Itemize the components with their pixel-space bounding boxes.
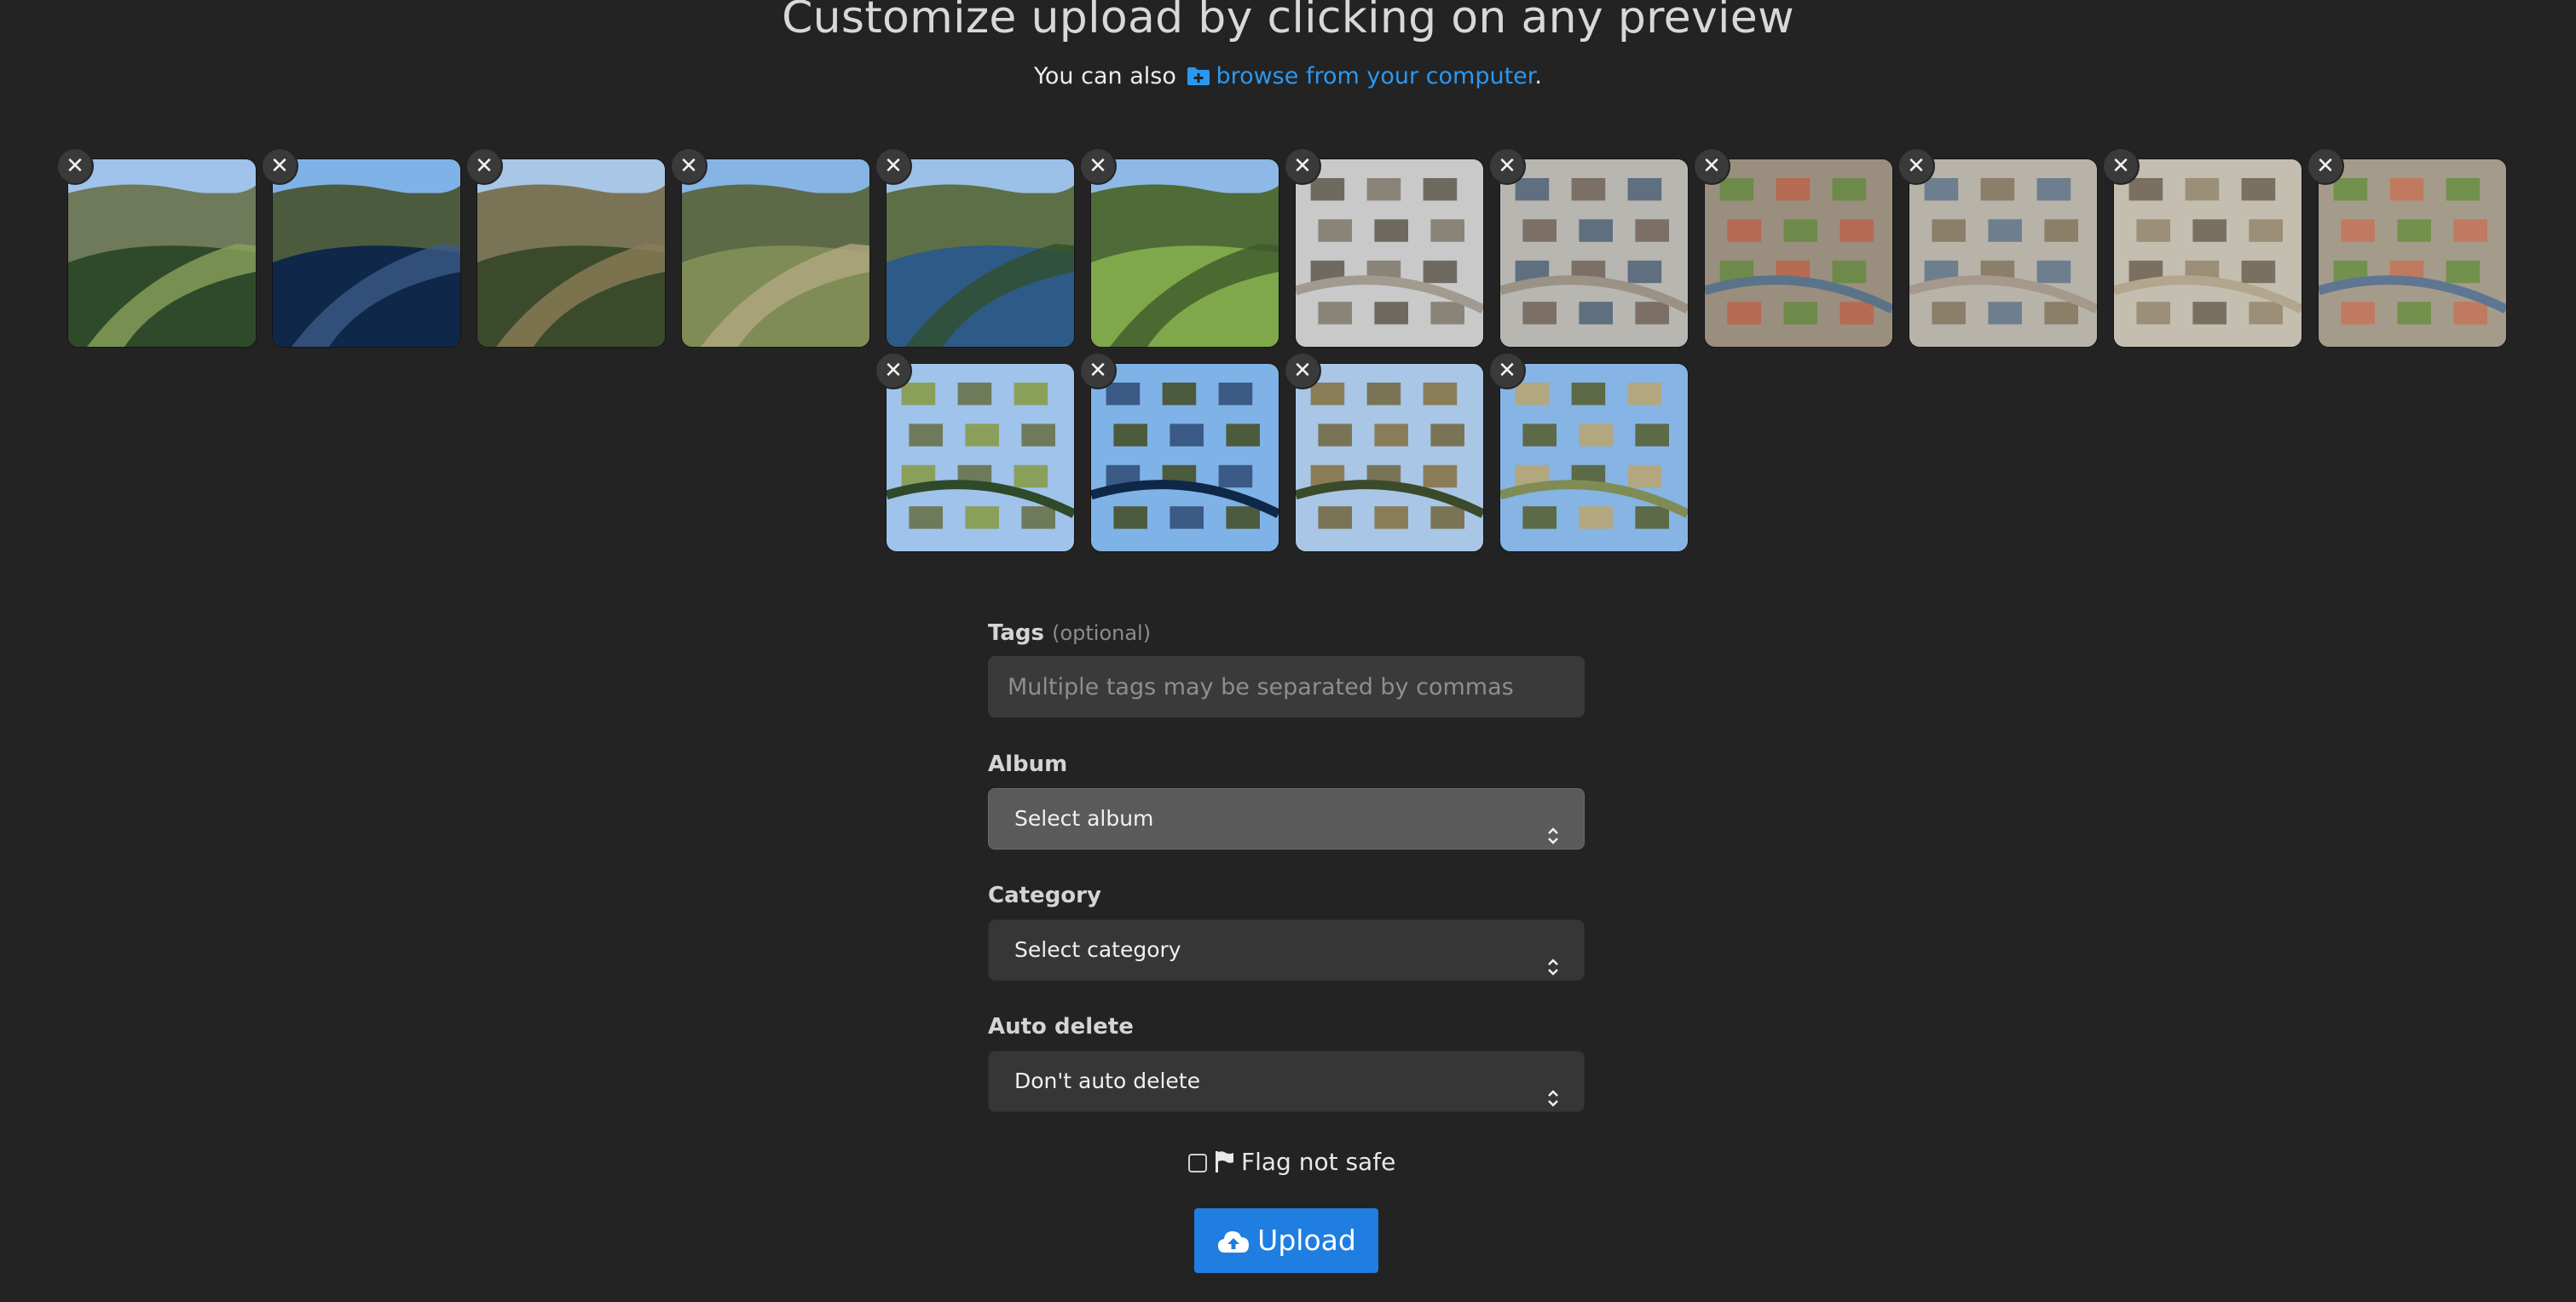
preview-image <box>1296 364 1483 551</box>
preview-image <box>887 159 1074 347</box>
close-icon: ✕ <box>884 153 903 179</box>
auto-delete-select[interactable]: Don't auto delete <box>988 1051 1585 1112</box>
preview-image <box>1091 159 1279 347</box>
preview-thumbnail[interactable] <box>1091 159 1279 347</box>
browse-link[interactable]: browse from your computer <box>1183 63 1534 89</box>
preview-thumbnail[interactable] <box>1500 364 1688 551</box>
preview-thumbnail[interactable] <box>1705 159 1892 347</box>
flag-icon <box>1214 1149 1234 1183</box>
close-icon: ✕ <box>270 153 289 179</box>
browse-link-label: browse from your computer <box>1216 63 1535 89</box>
close-icon: ✕ <box>66 153 84 179</box>
preview-image <box>2319 159 2506 347</box>
close-icon: ✕ <box>1498 153 1516 179</box>
remove-preview-button[interactable]: ✕ <box>876 354 910 388</box>
close-icon: ✕ <box>1089 358 1107 383</box>
album-select-value: Select album <box>1014 806 1154 831</box>
preview-thumbnail[interactable] <box>1500 159 1688 347</box>
folder-plus-icon <box>1187 62 1210 96</box>
preview-thumbnail[interactable] <box>887 364 1074 551</box>
close-icon: ✕ <box>1293 153 1312 179</box>
remove-preview-button[interactable]: ✕ <box>672 149 706 183</box>
cloud-upload-icon <box>1216 1213 1250 1278</box>
preview-thumbnail[interactable] <box>1909 159 2097 347</box>
preview-image <box>1705 159 1892 347</box>
preview-image <box>68 159 256 347</box>
upload-button-label: Upload <box>1257 1224 1356 1257</box>
category-select[interactable]: Select category <box>988 919 1585 981</box>
album-select[interactable]: Select album <box>988 788 1585 850</box>
close-icon: ✕ <box>1907 153 1926 179</box>
tags-label-text: Tags <box>988 620 1045 646</box>
nsfw-label: Flag not safe <box>1241 1148 1396 1176</box>
remove-preview-button[interactable]: ✕ <box>1490 149 1524 183</box>
browse-hint: You can also browse from your computer. <box>0 60 2576 94</box>
auto-delete-label: Auto delete <box>988 1014 1134 1040</box>
preview-thumbnail[interactable] <box>2114 159 2302 347</box>
upload-page: Customize upload by clicking on any prev… <box>0 0 2576 1302</box>
close-icon: ✕ <box>1498 358 1516 383</box>
upload-button[interactable]: Upload <box>1194 1208 1378 1273</box>
preview-image <box>1500 364 1688 551</box>
remove-preview-button[interactable]: ✕ <box>2104 149 2138 183</box>
preview-thumbnail[interactable] <box>1296 364 1483 551</box>
nsfw-toggle[interactable]: Flag not safe <box>1188 1145 1395 1179</box>
chevron-up-down-icon <box>1546 941 1560 976</box>
remove-preview-button[interactable]: ✕ <box>1899 149 1933 183</box>
remove-preview-button[interactable]: ✕ <box>876 149 910 183</box>
close-icon: ✕ <box>1293 358 1312 383</box>
preview-image <box>273 159 460 347</box>
remove-preview-button[interactable]: ✕ <box>1081 149 1115 183</box>
remove-preview-button[interactable]: ✕ <box>1695 149 1729 183</box>
preview-image <box>2114 159 2302 347</box>
remove-preview-button[interactable]: ✕ <box>58 149 92 183</box>
chevron-up-down-icon <box>1546 1072 1560 1107</box>
tags-optional-note: (optional) <box>1052 621 1152 645</box>
preview-thumbnail[interactable] <box>2319 159 2506 347</box>
close-icon: ✕ <box>884 358 903 383</box>
close-icon: ✕ <box>2111 153 2130 179</box>
preview-image <box>887 364 1074 551</box>
remove-preview-button[interactable]: ✕ <box>2308 149 2342 183</box>
preview-thumbnail[interactable] <box>682 159 869 347</box>
browse-suffix: . <box>1534 63 1542 89</box>
preview-thumbnail[interactable] <box>273 159 460 347</box>
category-label: Category <box>988 883 1101 908</box>
remove-preview-button[interactable]: ✕ <box>467 149 501 183</box>
preview-image <box>1091 364 1279 551</box>
tags-label: Tags (optional) <box>988 620 1151 646</box>
tags-input[interactable] <box>988 656 1585 717</box>
chevron-up-down-icon <box>1546 809 1560 844</box>
preview-image <box>477 159 665 347</box>
preview-thumbnail[interactable] <box>1296 159 1483 347</box>
remove-preview-button[interactable]: ✕ <box>1285 149 1320 183</box>
preview-image <box>682 159 869 347</box>
preview-thumbnail[interactable] <box>887 159 1074 347</box>
album-label: Album <box>988 752 1068 777</box>
close-icon: ✕ <box>475 153 494 179</box>
close-icon: ✕ <box>1089 153 1107 179</box>
auto-delete-select-value: Don't auto delete <box>1014 1069 1200 1093</box>
remove-preview-button[interactable]: ✕ <box>263 149 297 183</box>
page-title: Customize upload by clicking on any prev… <box>782 0 1794 43</box>
category-select-value: Select category <box>1014 937 1181 962</box>
preview-thumbnail[interactable] <box>68 159 256 347</box>
browse-prefix: You can also <box>1034 63 1176 89</box>
preview-image <box>1296 159 1483 347</box>
remove-preview-button[interactable]: ✕ <box>1081 354 1115 388</box>
preview-thumbnail[interactable] <box>477 159 665 347</box>
close-icon: ✕ <box>2316 153 2335 179</box>
preview-image <box>1909 159 2097 347</box>
preview-image <box>1500 159 1688 347</box>
close-icon: ✕ <box>1702 153 1721 179</box>
preview-thumbnail[interactable] <box>1091 364 1279 551</box>
close-icon: ✕ <box>679 153 698 179</box>
remove-preview-button[interactable]: ✕ <box>1285 354 1320 388</box>
remove-preview-button[interactable]: ✕ <box>1490 354 1524 388</box>
nsfw-checkbox[interactable] <box>1188 1154 1207 1172</box>
